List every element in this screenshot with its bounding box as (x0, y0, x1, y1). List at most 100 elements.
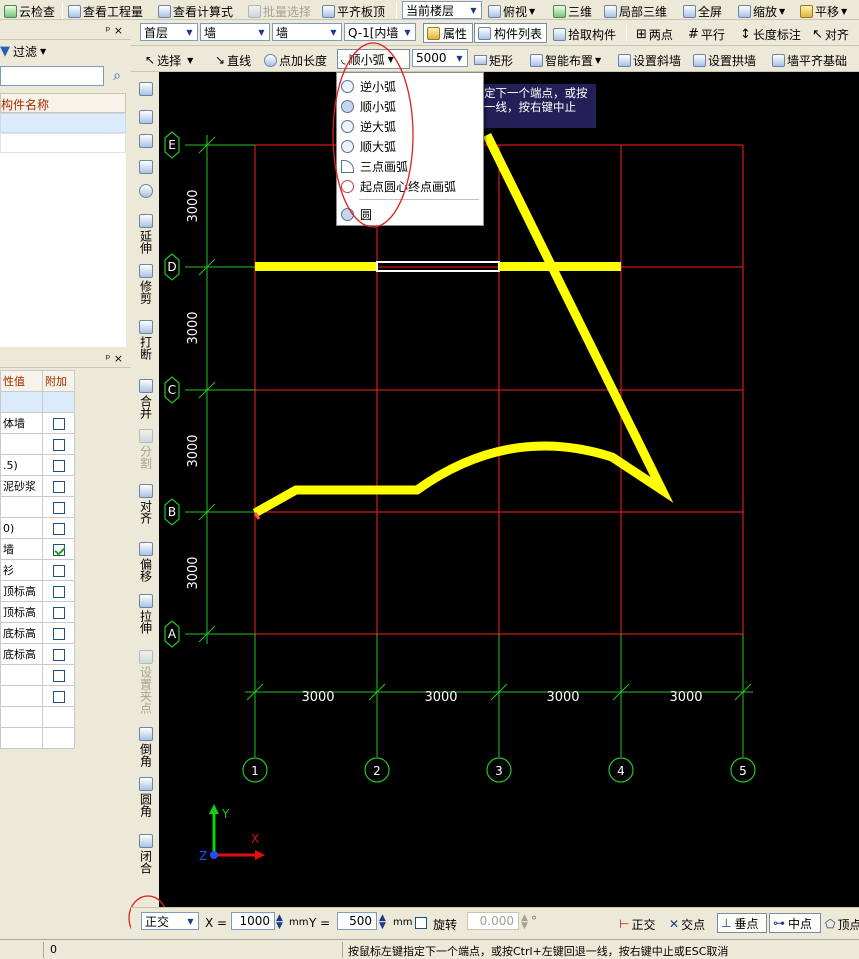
property-value[interactable] (0, 664, 43, 686)
filter-button[interactable]: ▼ 过滤 ▼ (0, 42, 46, 60)
panel-pin-icon[interactable]: ᵖ × (106, 24, 123, 37)
component-row-selected[interactable] (0, 113, 126, 133)
component-list-button[interactable]: 构件列表 (474, 23, 547, 43)
component-row[interactable] (0, 133, 126, 153)
rotate-input[interactable]: 0.000 (467, 912, 519, 930)
line-button[interactable]: ↘ 直线 (215, 51, 251, 69)
x-input[interactable]: 1000 (231, 912, 275, 930)
snap-vertex-toggle[interactable]: ⬠ 顶点 (825, 915, 859, 933)
set-arch-wall-button[interactable]: 设置拱墙 (693, 51, 756, 69)
menu-item-three-point-arc[interactable]: 三点画弧 (341, 157, 408, 175)
property-value[interactable]: 顶标高 (0, 601, 43, 623)
break-tool[interactable]: 打断 (133, 320, 158, 360)
component-name-header[interactable]: 构件名称 (0, 93, 126, 113)
fillet-tool[interactable]: 圆角 (133, 777, 158, 817)
extra-checkbox[interactable] (52, 690, 65, 703)
extra-checkbox[interactable] (52, 564, 65, 577)
snap-ortho-toggle[interactable]: ⊢ 正交 (619, 915, 655, 933)
wall-d-right[interactable] (499, 262, 621, 271)
offset-tool[interactable]: 偏移 (133, 542, 158, 582)
split-tool[interactable]: 分割 (133, 429, 158, 469)
property-value[interactable]: 泥砂浆 (0, 475, 43, 497)
arc-mode-button[interactable]: ◟ 顺小弧 ▼ (337, 49, 410, 69)
extra-checkbox[interactable] (52, 417, 65, 430)
batch-select-button[interactable]: 批量选择 (248, 2, 311, 20)
property-value[interactable]: 底标高 (0, 643, 43, 665)
category-select[interactable]: 墙 ▼ (200, 23, 270, 41)
menu-item-start-center-end-arc[interactable]: 起点圆心终点画弧 (341, 177, 456, 195)
extra-checkbox[interactable] (52, 522, 65, 535)
flush-slab-top-button[interactable]: 平齐板顶 (322, 2, 385, 20)
align-button[interactable]: ↖ 对齐 (812, 25, 849, 43)
property-value[interactable]: .5) (0, 454, 43, 476)
drawing-svg[interactable]: E D C B A 1 2 3 4 5 3000 3000 3000 3000 (159, 72, 859, 907)
close-tool[interactable]: 闭合 (133, 834, 158, 874)
pick-component-button[interactable]: 拾取构件 (553, 25, 616, 43)
subtype-select[interactable]: 墙 ▼ (272, 23, 342, 41)
menu-item-cw-small-arc[interactable]: 顺小弧 (341, 97, 397, 115)
length-dim-button[interactable]: ↕ 长度标注 (740, 25, 801, 43)
set-slope-wall-button[interactable]: 设置斜墙 (618, 51, 681, 69)
search-input[interactable] (0, 66, 104, 86)
two-points-button[interactable]: ⊞ 两点 (636, 25, 673, 43)
menu-item-circle[interactable]: 圆 (341, 205, 372, 223)
floor-combo[interactable]: 当前楼层 ▼ (402, 1, 482, 19)
property-value[interactable] (0, 685, 43, 707)
copy-tool[interactable] (133, 110, 158, 126)
property-value[interactable]: 底标高 (0, 622, 43, 644)
extra-checkbox[interactable] (52, 501, 65, 514)
local-3d-button[interactable]: 局部三维 (604, 2, 667, 20)
property-value[interactable]: 墙 (0, 538, 43, 560)
snap-midpoint-toggle[interactable]: ⊶ 中点 (769, 913, 821, 933)
extra-checkbox[interactable] (52, 648, 65, 661)
fullscreen-button[interactable]: 全屏 (683, 2, 722, 20)
drawing-canvas[interactable]: E D C B A 1 2 3 4 5 3000 3000 3000 3000 (159, 72, 859, 907)
extra-checkbox[interactable] (52, 669, 65, 682)
move-tool[interactable] (133, 160, 158, 176)
extend-tool[interactable]: 延伸 (133, 214, 158, 254)
rotate-tool[interactable] (133, 184, 158, 200)
extra-checkbox[interactable] (52, 606, 65, 619)
extra-checkbox[interactable] (52, 627, 65, 640)
menu-item-ccw-small-arc[interactable]: 逆小弧 (341, 77, 396, 95)
select-button[interactable]: ↖ 选择 ▼ (145, 51, 193, 69)
x-spinner-icon[interactable]: ▲ ▼ (276, 914, 283, 931)
properties-button[interactable]: 属性 (423, 23, 473, 43)
property-value[interactable]: 顶标高 (0, 580, 43, 602)
rotate-spinner-icon[interactable]: ▲ ▼ (521, 914, 528, 931)
three-d-button[interactable]: 三维 (553, 2, 592, 20)
extra-checkbox[interactable] (52, 585, 65, 598)
property-value[interactable]: 衫 (0, 559, 43, 581)
search-icon[interactable]: ⌕ (106, 66, 128, 86)
zoom-button[interactable]: 缩放 ▼ (738, 2, 785, 20)
cloud-check-button[interactable]: 云检查 (4, 2, 55, 20)
y-input[interactable]: 500 (337, 912, 377, 930)
merge-tool[interactable]: 合并 (133, 379, 158, 419)
top-view-button[interactable]: 俯视 ▼ (488, 2, 535, 20)
rotate-checkbox[interactable] (415, 917, 427, 929)
property-value[interactable] (0, 433, 43, 455)
snap-perpendicular-toggle[interactable]: ⊥ 垂点 (717, 913, 767, 933)
wall-d-left[interactable] (255, 262, 377, 271)
parallel-button[interactable]: # 平行 (688, 25, 725, 43)
property-value[interactable]: 0) (0, 517, 43, 539)
menu-item-cw-large-arc[interactable]: 顺大弧 (341, 137, 396, 155)
extra-checkbox[interactable] (52, 480, 65, 493)
trim-tool[interactable]: 修剪 (133, 264, 158, 304)
smart-layout-button[interactable]: 智能布置 ▼ (530, 51, 601, 69)
property-value[interactable] (0, 391, 43, 413)
mirror-tool[interactable] (133, 134, 158, 150)
floor-select[interactable]: 首层 ▼ (140, 23, 198, 41)
extra-checkbox[interactable] (52, 459, 65, 472)
stretch-tool[interactable]: 拉伸 (133, 594, 158, 634)
property-value[interactable] (0, 496, 43, 518)
menu-item-ccw-large-arc[interactable]: 逆大弧 (341, 117, 396, 135)
panel-pin-icon[interactable]: ᵖ × (106, 352, 123, 365)
flush-foundation-button[interactable]: 墙平齐基础 (772, 51, 847, 69)
view-formula-button[interactable]: 查看计算式 (158, 2, 233, 20)
extra-checkbox-checked[interactable] (52, 543, 65, 556)
pan-button[interactable]: 平移 ▼ (800, 2, 847, 20)
set-grip-tool[interactable]: 设置夹点 (133, 650, 158, 714)
property-value[interactable] (0, 706, 43, 728)
ortho-mode-select[interactable]: 正交 ▼ (141, 912, 199, 930)
